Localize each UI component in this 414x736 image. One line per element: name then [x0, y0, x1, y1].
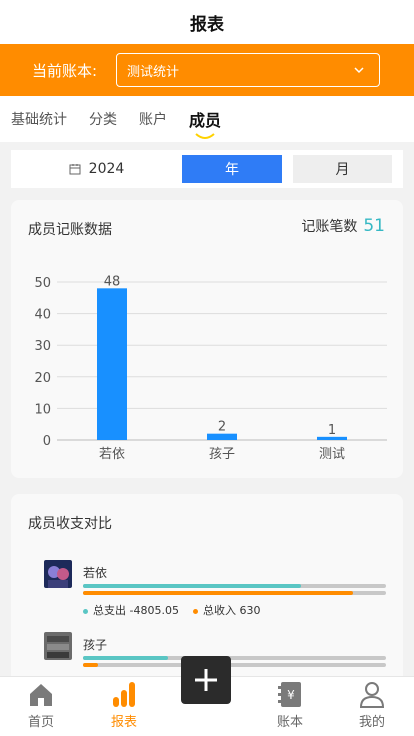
- month-toggle-button[interactable]: 月: [293, 155, 392, 183]
- income-bar-fill: [83, 591, 353, 595]
- ledger-bar: 当前账本: 测试统计: [0, 44, 414, 96]
- income-bar-fill: [83, 663, 99, 667]
- tab-member-label: 成员: [189, 111, 222, 130]
- nav-report-label: 报表: [110, 715, 137, 730]
- chevron-down-icon: [354, 67, 364, 74]
- period-selector: 2024 年 月: [11, 150, 403, 188]
- ledger-icon: ¥: [278, 682, 301, 707]
- member-name: 若依: [83, 566, 108, 580]
- member-bar-chart: 0 10 20 30 40 50 48 若依 2 孩子 1 测试: [34, 274, 387, 462]
- record-count-label: 记账笔数: [301, 219, 358, 235]
- expense-bar-track: [83, 584, 386, 588]
- avatar: [44, 560, 72, 588]
- chart-icon: [113, 682, 135, 707]
- user-icon: [359, 682, 385, 708]
- y-tick-label: 10: [34, 402, 51, 417]
- nav-ledger-label: 账本: [276, 715, 303, 730]
- page-title: 报表: [190, 14, 224, 35]
- nav-home[interactable]: 首页: [11, 679, 71, 730]
- avatar: [44, 632, 72, 660]
- income-total: 总收入 630: [202, 604, 261, 617]
- tab-member[interactable]: 成员: [189, 107, 222, 139]
- bar-value-label: 48: [104, 274, 121, 289]
- active-tab-indicator: [195, 133, 215, 139]
- ledger-select-value: 测试统计: [127, 64, 180, 80]
- expense-bar-fill: [83, 584, 302, 588]
- calendar-icon: [69, 164, 81, 175]
- year-toggle-button[interactable]: 年: [182, 155, 282, 183]
- bottom-tab-bar: 首页 报表 ¥ 账本 我的: [0, 656, 414, 736]
- expense-legend: 总支出 -4805.05: [83, 602, 179, 618]
- y-tick-label: 0: [43, 434, 51, 449]
- nav-profile[interactable]: 我的: [342, 679, 402, 730]
- record-count: 记账笔数 51: [301, 216, 385, 236]
- bar-value-label: 2: [218, 420, 226, 435]
- member-name: 孩子: [83, 638, 108, 652]
- x-tick-label: 孩子: [209, 447, 235, 462]
- year-picker[interactable]: 2024: [11, 161, 182, 177]
- income-bar-track: [83, 591, 386, 595]
- y-tick-label: 40: [34, 308, 51, 323]
- y-tick-label: 50: [34, 276, 51, 291]
- record-count-value: 51: [363, 216, 385, 236]
- expense-total: 总支出 -4805.05: [93, 604, 179, 617]
- expense-bar-track: [83, 656, 386, 660]
- income-legend: 总收入 630: [192, 602, 261, 618]
- member-records-title: 成员记账数据: [28, 222, 112, 238]
- ledger-select[interactable]: 测试统计: [116, 53, 380, 87]
- y-tick-label: 20: [34, 371, 51, 386]
- income-expense-title: 成员收支对比: [28, 516, 112, 532]
- top-bar: 报表: [0, 0, 414, 44]
- nav-ledger[interactable]: ¥ 账本: [260, 679, 320, 730]
- bar-value-label: 1: [328, 423, 336, 438]
- tab-category[interactable]: 分类: [89, 109, 117, 129]
- nav-report[interactable]: 报表: [94, 679, 154, 730]
- x-tick-label: 测试: [319, 447, 345, 462]
- tab-account[interactable]: 账户: [139, 109, 167, 129]
- nav-profile-label: 我的: [358, 715, 385, 730]
- nav-home-label: 首页: [27, 715, 54, 730]
- bar: [97, 288, 127, 440]
- y-tick-label: 30: [34, 339, 51, 354]
- home-icon: [30, 684, 52, 706]
- x-tick-label: 若依: [99, 446, 125, 462]
- add-record-button[interactable]: [181, 656, 231, 704]
- income-bar-track: [83, 663, 386, 667]
- stats-tabs: 基础统计 分类 账户 成员: [0, 96, 414, 142]
- member-legend: 总支出 -4805.05 总收入 630: [83, 602, 260, 618]
- member-records-card: 成员记账数据 记账笔数 51 0 10 20 30 40 50 48 若依 2 孩子 1 测试: [11, 200, 403, 478]
- tab-basic[interactable]: 基础统计: [11, 109, 67, 129]
- svg-text:¥: ¥: [287, 688, 295, 702]
- expense-bar-fill: [83, 656, 168, 660]
- ledger-label: 当前账本:: [32, 61, 98, 80]
- plus-icon: [195, 669, 217, 691]
- year-value: 2024: [88, 161, 125, 177]
